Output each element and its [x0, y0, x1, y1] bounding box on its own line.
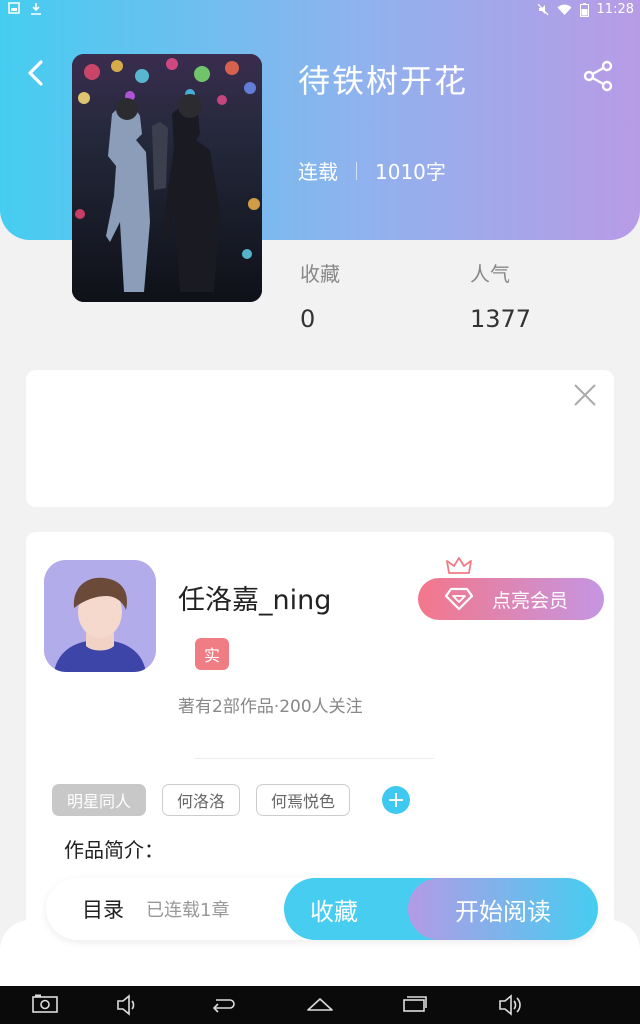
section-divider	[194, 758, 434, 759]
share-icon[interactable]	[580, 58, 616, 94]
wifi-icon	[557, 4, 572, 15]
toc-button[interactable]: 目录	[82, 894, 124, 924]
start-reading-label: 开始阅读	[455, 897, 551, 926]
vip-button[interactable]: 点亮会员	[418, 557, 604, 620]
vip-label: 点亮会员	[492, 589, 569, 612]
intro-label: 作品简介：	[64, 838, 164, 862]
meta-divider	[356, 161, 357, 180]
tag-item[interactable]: 何洛洛	[162, 784, 241, 816]
back-nav-icon[interactable]	[210, 994, 236, 1014]
popularity-value: 1377	[470, 305, 532, 333]
book-cover-image	[72, 54, 262, 302]
screenshot-icon[interactable]	[32, 994, 58, 1014]
start-reading-button[interactable]: 开始阅读	[408, 878, 598, 940]
author-avatar[interactable]	[44, 560, 156, 672]
mute-icon	[537, 3, 549, 16]
author-info: 著有2部作品·200人关注	[178, 697, 363, 717]
favorite-button-label: 收藏	[310, 897, 358, 926]
book-meta: 连载 1010字	[298, 156, 446, 185]
crown-icon	[446, 557, 472, 574]
tag-item[interactable]: 何焉悦色	[256, 784, 351, 816]
status-time: 11:28	[596, 2, 634, 17]
volume-down-icon[interactable]	[116, 994, 140, 1016]
ad-card	[26, 370, 614, 507]
favorites-stat: 收藏 0	[300, 258, 340, 333]
popularity-stat: 人气 1377	[470, 258, 531, 333]
popularity-label: 人气	[470, 262, 510, 286]
volume-up-icon[interactable]	[498, 994, 524, 1016]
book-title: 待铁树开花	[298, 62, 469, 100]
favorites-label: 收藏	[300, 262, 340, 286]
diamond-icon	[444, 587, 474, 611]
close-icon[interactable]	[572, 382, 598, 408]
favorites-value: 0	[300, 305, 316, 333]
serial-status: 连载	[298, 160, 338, 184]
chapter-status: 已连载1章	[146, 900, 230, 921]
download-icon	[31, 3, 41, 15]
real-name-badge: 实	[195, 638, 229, 670]
recents-icon[interactable]	[402, 994, 428, 1014]
home-icon[interactable]	[306, 994, 334, 1014]
image-notification-icon	[8, 2, 20, 14]
tag-item[interactable]: 明星同人	[52, 784, 147, 816]
system-nav-bar	[0, 986, 640, 1024]
status-bar: 11:28	[0, 0, 640, 22]
add-tag-button[interactable]: +	[382, 786, 411, 814]
author-name[interactable]: 任洛嘉_ning	[178, 578, 331, 617]
action-bar: 目录 已连载1章 收藏 开始阅读	[46, 878, 598, 940]
back-icon[interactable]	[22, 58, 52, 88]
battery-icon	[579, 2, 589, 17]
word-count: 1010字	[375, 160, 446, 184]
tag-list: 明星同人 何洛洛 何焉悦色 +	[52, 784, 411, 816]
